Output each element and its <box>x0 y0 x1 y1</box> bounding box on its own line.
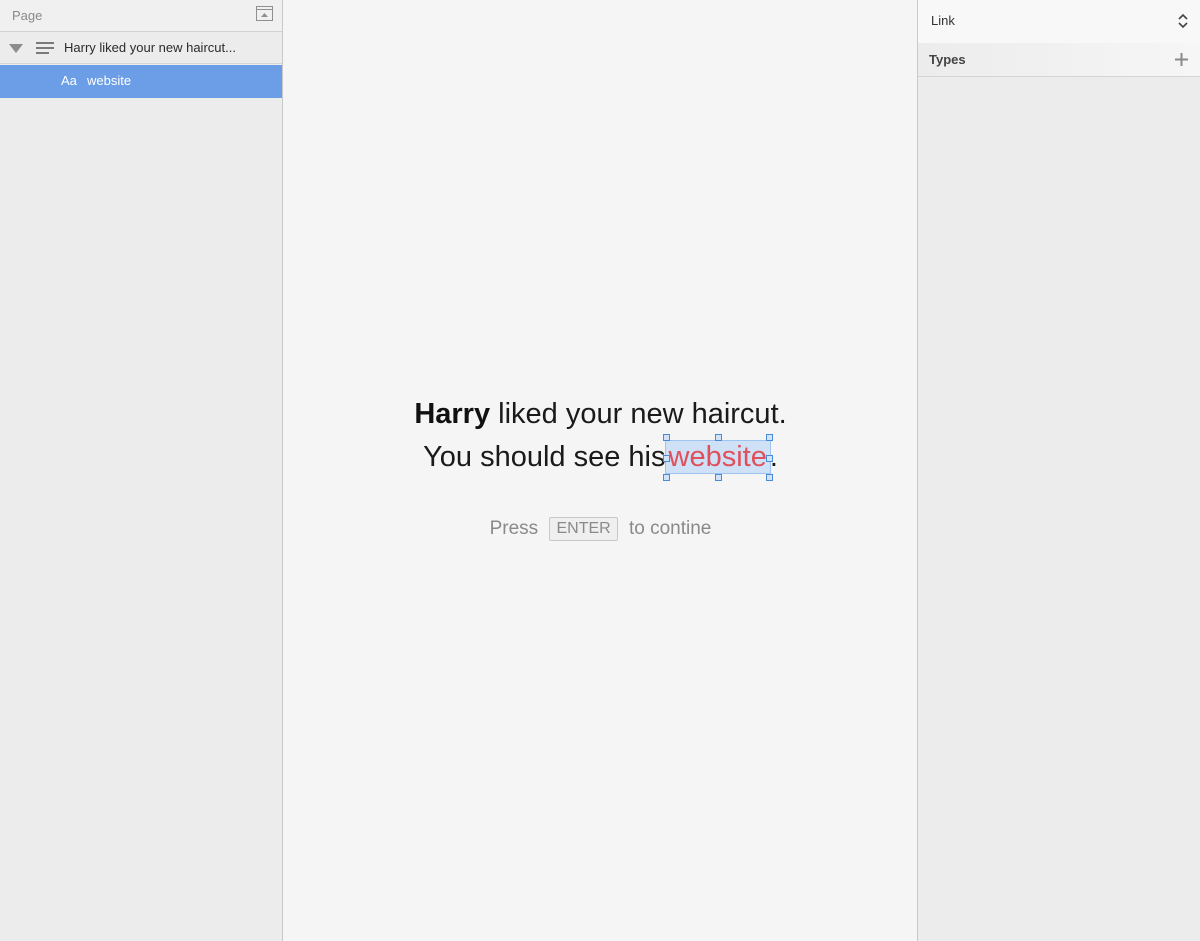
message-line-2: You should see his website. <box>284 434 917 481</box>
message-line-2-text: You should see his <box>423 441 666 473</box>
link-selection[interactable]: website <box>662 434 773 481</box>
enter-key: ENTER <box>549 517 618 541</box>
resize-handle[interactable] <box>662 454 670 462</box>
resize-handle[interactable] <box>765 454 773 462</box>
types-label: Types <box>929 52 966 67</box>
plus-icon[interactable] <box>1175 53 1188 66</box>
element-type-select[interactable]: Link <box>918 0 1200 44</box>
sidebar-title: Page <box>12 8 43 23</box>
tree-item-label: website <box>87 73 132 88</box>
resize-handle[interactable] <box>662 474 670 481</box>
resize-handle[interactable] <box>714 474 722 481</box>
inspector-panel: Link Types <box>917 0 1200 941</box>
tree-item-label: Harry liked your new haircut... <box>64 40 236 55</box>
sidebar-header: Page <box>0 0 282 32</box>
stepper-chevrons-icon[interactable] <box>1178 13 1188 29</box>
layers-sidebar: Page Harry liked your new haircut... Aa … <box>0 0 283 941</box>
tree-item-text-block[interactable]: Harry liked your new haircut... <box>0 32 282 64</box>
message-line-1: Harry liked your new haircut. <box>284 393 917 436</box>
resize-handle[interactable] <box>662 434 670 441</box>
canvas[interactable]: Harry liked your new haircut. You should… <box>284 0 917 941</box>
sender-name: Harry <box>414 398 491 430</box>
collapse-panel-icon[interactable] <box>256 6 273 21</box>
prompt-continue: to contine <box>628 518 712 539</box>
tree-item-website-link[interactable]: Aa website <box>0 65 282 98</box>
element-type-value: Link <box>931 13 955 28</box>
prompt-press: Press <box>489 518 539 539</box>
resize-handle[interactable] <box>714 434 722 441</box>
message-line-1-text: liked your new haircut. <box>490 398 787 430</box>
disclosure-triangle-icon[interactable] <box>9 44 23 53</box>
continue-prompt: Press ENTER to contine <box>284 517 917 541</box>
text-layer-icon: Aa <box>61 73 77 88</box>
paragraph-lines-icon <box>36 42 54 54</box>
website-link[interactable]: website <box>664 440 771 474</box>
resize-handle[interactable] <box>765 474 773 481</box>
types-section-header: Types <box>918 43 1200 77</box>
resize-handle[interactable] <box>765 434 773 441</box>
message-text[interactable]: Harry liked your new haircut. You should… <box>284 393 917 481</box>
